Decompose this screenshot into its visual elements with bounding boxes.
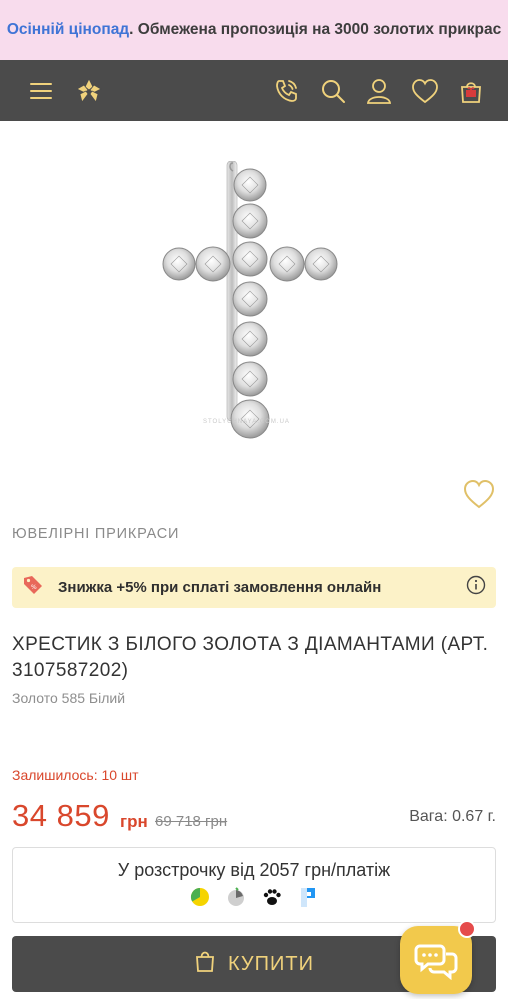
privat-pay-icon (189, 886, 211, 913)
product-image[interactable]: STOLYCHNAYA.COM.UA (0, 121, 508, 527)
current-price: 34 859 (12, 798, 110, 833)
price-currency: грн (120, 812, 148, 831)
info-icon[interactable] (466, 575, 486, 600)
svg-text:%: % (31, 584, 37, 591)
promo-bar[interactable]: Осінній цінопад . Обмежена пропозиція на… (0, 0, 508, 60)
old-price: 69 718 грн (155, 813, 228, 830)
discount-tag-icon: % (22, 574, 44, 601)
logo-flower-icon[interactable] (74, 76, 104, 106)
menu-icon[interactable] (26, 76, 56, 106)
buy-button-label: КУПИТИ (228, 952, 314, 975)
product-title: ХРЕСТИК З БІЛОГО ЗОЛОТА З ДІАМАНТАМИ (АР… (12, 634, 489, 681)
paw-icon (261, 886, 283, 913)
pumb-icon (297, 886, 319, 913)
user-icon[interactable] (364, 76, 394, 106)
promo-highlight[interactable]: Осінній цінопад (7, 21, 129, 39)
online-discount-banner: % Знижка +5% при сплаті замовлення онлай… (12, 567, 496, 608)
stock-remaining: Залишилось: 10 шт (12, 767, 139, 783)
watermark-text: STOLYCHNAYA.COM.UA (203, 419, 290, 425)
installment-box[interactable]: У розстрочку від 2057 грн/платіж (12, 847, 496, 923)
cart-icon[interactable] (456, 76, 486, 106)
chat-bubbles-icon (414, 944, 458, 980)
heart-outline-icon (463, 479, 495, 509)
shopping-bag-icon (194, 949, 216, 979)
cross-pendant-image (162, 161, 338, 439)
product-category[interactable]: ЮВЕЛІРНІ ПРИКРАСИ (12, 526, 179, 542)
phone-icon[interactable] (272, 76, 302, 106)
mono-icon (225, 886, 247, 913)
installment-label: У розстрочку від 2057 грн/платіж (117, 860, 391, 880)
promo-text: . Обмежена пропозиція на 3000 золотих пр… (129, 21, 502, 38)
discount-text: Знижка +5% при сплаті замовлення онлайн (58, 579, 382, 596)
add-to-favorites-button[interactable] (462, 478, 496, 510)
product-weight: Вага: 0.67 г. (409, 808, 496, 825)
chat-notification-badge (458, 920, 476, 938)
product-material: Золото 585 Білий (12, 690, 126, 706)
search-icon[interactable] (318, 76, 348, 106)
price-row: 34 859 грн 69 718 грн Вага: 0.67 г. (12, 798, 496, 838)
site-header (0, 60, 508, 121)
heart-icon[interactable] (410, 76, 440, 106)
